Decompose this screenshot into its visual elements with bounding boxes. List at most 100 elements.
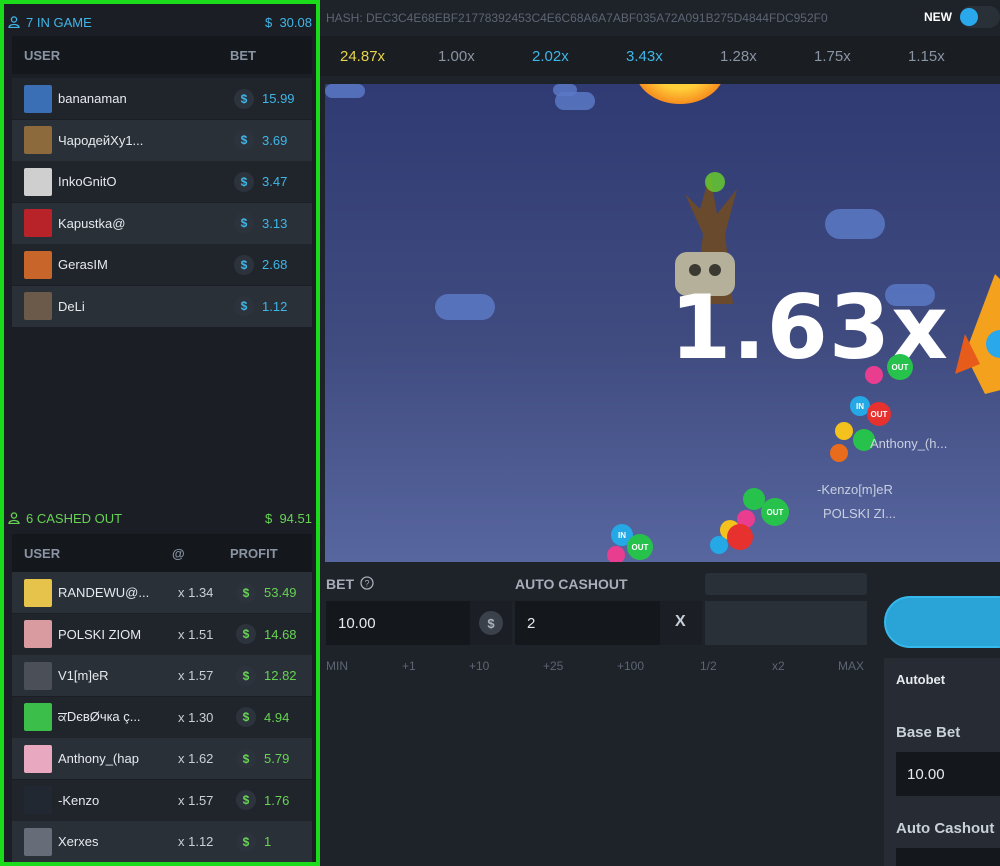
quick-plus100[interactable]: +100 [617, 659, 644, 673]
balloon-out-text: OUT [766, 507, 784, 517]
avatar [24, 292, 52, 320]
base-bet-value: 10.00 [907, 765, 945, 783]
in-game-row: InkoGnitO $3.47 [12, 161, 312, 202]
player-name: Xerxes [58, 834, 99, 849]
quick-plus1[interactable]: +1 [402, 659, 416, 673]
new-label: NEW [924, 10, 952, 24]
dollar-icon: $ [236, 665, 256, 686]
col-user: USER [24, 47, 61, 63]
dollar-icon: $ [234, 171, 254, 192]
quick-max[interactable]: MAX [838, 659, 864, 673]
avatar [24, 84, 52, 113]
balloon-icon: OUT [867, 402, 891, 426]
in-game-row: Kapustka@ $3.13 [12, 202, 312, 244]
balloon-in-text: IN [856, 401, 864, 411]
balloon-icon [607, 546, 625, 562]
bet-amount: 3.69 [262, 132, 288, 148]
player-name: Kapustka@ [58, 215, 126, 231]
disabled-field [705, 573, 867, 595]
balloon-out-text: OUT [870, 409, 888, 419]
currency-symbol: $ [264, 14, 273, 30]
quick-min[interactable]: MIN [326, 659, 348, 673]
base-bet-label: Base Bet [896, 724, 961, 741]
avatar [24, 827, 52, 856]
auto-cashout-label: AUTO CASHOUT [515, 576, 628, 592]
cashed-out-table-header: USER @ PROFIT [12, 534, 312, 572]
history-item[interactable]: 1.28x [720, 48, 757, 65]
help-icon[interactable]: ? [360, 576, 374, 590]
player-label: POLSKI ZI... [823, 506, 896, 521]
player-name: ЧародейXy1... [58, 132, 144, 148]
currency-button[interactable]: $ [479, 611, 503, 635]
col-user: USER [24, 545, 61, 561]
toggle-knob [960, 8, 978, 26]
in-game-table-header: USER BET [12, 36, 312, 74]
cashed-out-row: ਕDєвØчкa ç... x 1.30 $4.94 [12, 696, 312, 738]
player-name: ਕDєвØчкa ç... [58, 709, 141, 724]
rocket-icon [955, 274, 1000, 394]
history-item[interactable]: 1.15x [908, 48, 945, 65]
in-game-header: 7 IN GAME $ 30.08 [8, 8, 312, 36]
bet-amount: 2.68 [262, 257, 288, 272]
round-hash: HASH: DEC3C4E68EBF21778392453C4E6C68A6A7… [326, 11, 828, 25]
dollar-icon: $ [236, 748, 256, 769]
autobet-cashout-input[interactable] [896, 848, 1000, 866]
history-item[interactable]: 2.02x [532, 48, 569, 65]
cloud [325, 84, 365, 98]
quick-double[interactable]: x2 [772, 659, 785, 673]
dollar-icon: $ [236, 624, 256, 644]
history-item[interactable]: 24.87x [340, 48, 385, 65]
currency-symbol: $ [264, 510, 273, 526]
profit-amount: 12.82 [264, 668, 297, 683]
cashed-out-row: Xerxes x 1.12 $1 [12, 821, 312, 862]
history-item[interactable]: 1.00x [438, 48, 475, 65]
currency-symbol: $ [487, 615, 495, 631]
col-bet: BET [230, 47, 256, 63]
bet-amount: 3.13 [262, 215, 288, 231]
multiplier-history: 24.87x 1.00x 2.02x 3.43x 1.28x 1.75x 1.1… [320, 36, 1000, 76]
autobet-title: Autobet [896, 672, 946, 687]
new-toggle[interactable] [960, 6, 1000, 28]
player-name: bananaman [58, 91, 127, 106]
user-icon [8, 16, 20, 28]
balloon-in-text: IN [618, 530, 626, 540]
player-label: Anthony_(h... [870, 436, 948, 451]
cashed-out-row: -Kenzo x 1.57 $1.76 [12, 779, 312, 821]
cashed-out-row: POLSKI ZIOM x 1.51 $14.68 [12, 613, 312, 655]
x-button[interactable]: X [675, 613, 686, 631]
disabled-input [705, 601, 867, 645]
balloon-icon [710, 536, 728, 554]
cashout-multiplier: x 1.30 [178, 709, 214, 725]
place-bet-button[interactable] [884, 596, 1000, 648]
history-item[interactable]: 1.75x [814, 48, 851, 65]
history-item[interactable]: 3.43x [626, 48, 663, 65]
user-icon [8, 512, 20, 524]
quick-plus25[interactable]: +25 [543, 659, 563, 673]
sun-icon [635, 84, 725, 104]
quick-plus10[interactable]: +10 [469, 659, 489, 673]
base-bet-input[interactable]: 10.00 [896, 752, 1000, 796]
cloud [435, 294, 495, 320]
in-game-row: bananaman $15.99 [12, 78, 312, 119]
profit-amount: 1 [264, 834, 272, 849]
avatar [24, 661, 52, 690]
cashed-out-total: 94.51 [279, 510, 312, 526]
dollar-icon: $ [234, 296, 254, 316]
balloon-icon [830, 444, 848, 462]
autobet-cashout-label: Auto Cashout [896, 820, 995, 837]
players-panel: 7 IN GAME $ 30.08 USER BET bananaman $15.… [0, 0, 320, 866]
dollar-icon: $ [236, 831, 256, 852]
avatar [24, 578, 52, 607]
cashout-multiplier: x 1.34 [178, 585, 214, 600]
in-game-title: 7 IN GAME [26, 14, 92, 30]
dollar-icon: $ [234, 254, 254, 275]
player-name: RANDEWU@... [58, 585, 150, 600]
bet-amount: 3.47 [262, 174, 288, 189]
quick-half[interactable]: 1/2 [700, 659, 717, 673]
cashout-multiplier: x 1.62 [178, 751, 214, 766]
profit-amount: 53.49 [264, 585, 297, 600]
balloon-icon [727, 524, 753, 550]
new-toggle-group[interactable]: NEW [924, 6, 1000, 28]
balloon-icon [835, 422, 853, 440]
balloon-out-text: OUT [631, 542, 649, 552]
